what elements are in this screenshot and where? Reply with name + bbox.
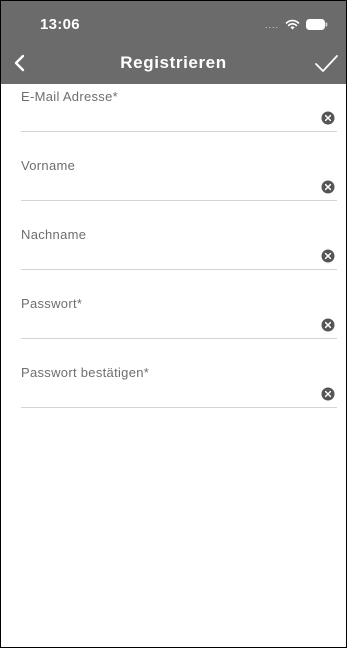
- password-input[interactable]: [21, 316, 301, 336]
- password-label: Passwort*: [21, 296, 83, 311]
- battery-icon: [306, 19, 328, 30]
- password-field: Passwort*: [21, 296, 337, 339]
- lastname-field: Nachname: [21, 227, 337, 270]
- password-confirm-label: Passwort bestätigen*: [21, 365, 150, 380]
- password-confirm-input[interactable]: [21, 385, 301, 405]
- checkmark-icon: [315, 55, 338, 72]
- clear-icon[interactable]: [321, 111, 335, 125]
- email-input[interactable]: [21, 109, 301, 129]
- clear-icon[interactable]: [321, 180, 335, 194]
- confirm-button[interactable]: [312, 49, 340, 77]
- password-confirm-field: Passwort bestätigen*: [21, 365, 337, 408]
- wifi-icon: [285, 19, 300, 30]
- header-bar: 13:06 .... Registrieren: [1, 1, 346, 84]
- firstname-input[interactable]: [21, 178, 301, 198]
- lastname-label: Nachname: [21, 227, 87, 242]
- page-title: Registrieren: [120, 53, 227, 72]
- email-field: E-Mail Adresse*: [21, 89, 337, 132]
- status-time: 13:06: [40, 16, 80, 33]
- lastname-input[interactable]: [21, 247, 301, 267]
- clear-icon[interactable]: [321, 387, 335, 401]
- app-screen: 13:06 .... Registrieren E-Mail Adresse* …: [0, 0, 347, 648]
- signal-indicator: ....: [264, 19, 279, 30]
- clear-icon[interactable]: [321, 249, 335, 263]
- status-icons: ....: [265, 19, 328, 30]
- email-label: E-Mail Adresse*: [21, 89, 118, 104]
- firstname-field: Vorname: [21, 158, 337, 201]
- clear-icon[interactable]: [321, 318, 335, 332]
- firstname-label: Vorname: [21, 158, 76, 173]
